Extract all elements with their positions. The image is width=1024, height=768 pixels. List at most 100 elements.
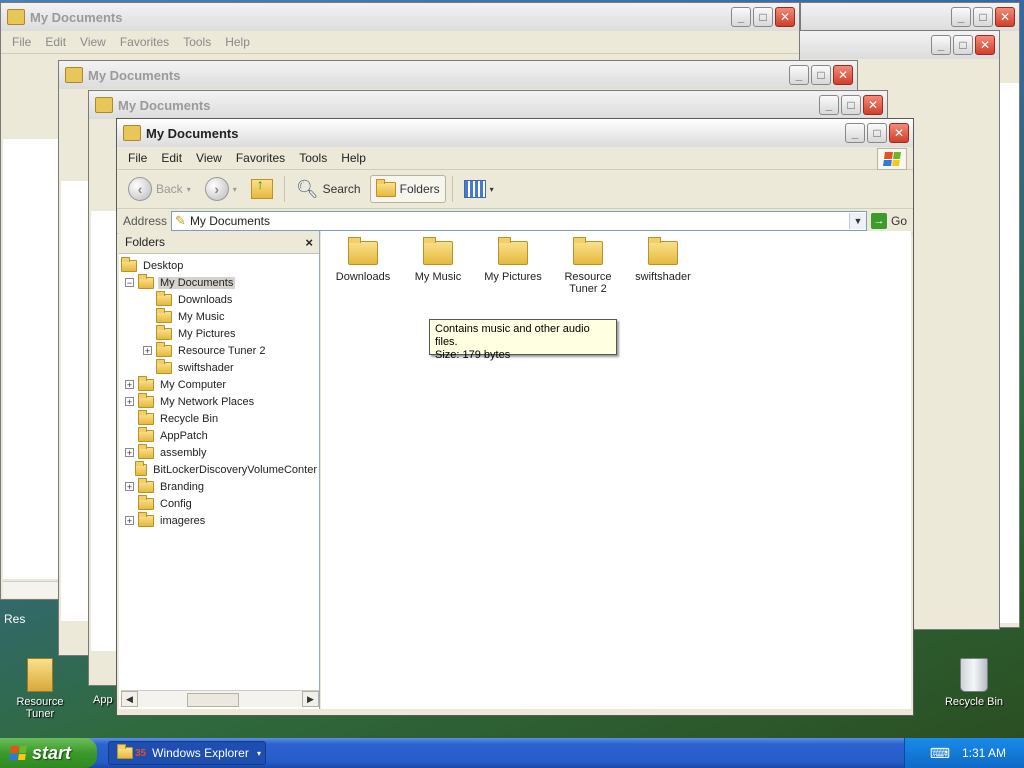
expand-icon[interactable]: + bbox=[125, 397, 134, 407]
scroll-right-button[interactable]: ▶ bbox=[302, 691, 319, 707]
tree-item[interactable]: Desktop bbox=[119, 256, 319, 274]
desktop-icon-resource-tuner[interactable]: Resource Tuner bbox=[2, 658, 78, 720]
forward-dropdown-icon[interactable]: ▾ bbox=[233, 185, 237, 194]
tree-item[interactable]: Config bbox=[119, 494, 319, 512]
tree-item[interactable]: BitLockerDiscoveryVolumeConter bbox=[119, 460, 319, 478]
menu-favorites[interactable]: Favorites bbox=[229, 151, 292, 165]
clock[interactable]: 1:31 AM bbox=[962, 746, 1006, 760]
file-item-label: swiftshader bbox=[635, 271, 691, 283]
folder-icon bbox=[134, 460, 148, 476]
windows-logo-icon bbox=[877, 148, 907, 170]
background-window-fragment-app: App bbox=[93, 694, 113, 706]
tree-item[interactable]: AppPatch bbox=[119, 426, 319, 444]
close-button[interactable]: ✕ bbox=[889, 123, 909, 143]
tree-item[interactable]: My Music bbox=[119, 307, 319, 325]
go-arrow-icon: → bbox=[870, 213, 887, 229]
menu-file[interactable]: File bbox=[121, 151, 154, 165]
folders-button[interactable]: Folders bbox=[369, 175, 446, 203]
file-item-label: My Pictures bbox=[484, 271, 542, 283]
expand-icon[interactable]: + bbox=[125, 448, 134, 458]
tree-item-label: My Pictures bbox=[178, 327, 236, 340]
minimize-button[interactable]: _ bbox=[845, 123, 865, 143]
tree-item-label: imageres bbox=[160, 514, 206, 527]
bg-window-title: My Documents bbox=[88, 67, 181, 83]
bg-window-title: My Documents bbox=[30, 9, 123, 25]
views-dropdown-icon: ▾ bbox=[489, 184, 494, 194]
tree-item[interactable]: Downloads bbox=[119, 290, 319, 308]
menu-view[interactable]: View bbox=[189, 151, 229, 165]
search-icon: 🔍︎ bbox=[295, 178, 319, 199]
tree-item[interactable]: Recycle Bin bbox=[119, 409, 319, 427]
go-button[interactable]: → Go bbox=[870, 213, 913, 229]
collapse-icon[interactable]: − bbox=[125, 278, 134, 288]
views-button[interactable]: ▾ bbox=[459, 175, 499, 203]
taskbar-badge: 35 bbox=[135, 747, 147, 759]
search-button[interactable]: 🔍︎ Search bbox=[291, 175, 366, 203]
windows-logo-icon bbox=[9, 746, 27, 760]
file-item[interactable]: Resource Tuner 2 bbox=[556, 237, 620, 295]
tree-item[interactable]: swiftshader bbox=[119, 358, 319, 376]
maximize-button[interactable]: □ bbox=[867, 123, 887, 143]
folder-icon bbox=[156, 290, 172, 306]
tree-item[interactable]: + My Network Places bbox=[119, 392, 319, 410]
tree-item[interactable]: − My Documents bbox=[119, 273, 319, 291]
file-item-label: My Music bbox=[414, 271, 462, 283]
file-item-label: Resource Tuner 2 bbox=[564, 271, 612, 295]
tree-item-label: swiftshader bbox=[178, 361, 234, 374]
tree-item[interactable]: My Pictures bbox=[119, 324, 319, 342]
taskbar: start 35 Windows Explorer ▾ ⌨ 1:31 AM bbox=[0, 738, 1024, 768]
start-button[interactable]: start bbox=[0, 738, 97, 768]
expand-icon[interactable]: + bbox=[143, 346, 152, 356]
desktop-icon-recycle-bin[interactable]: Recycle Bin bbox=[936, 658, 1012, 708]
toolbar: ‹ Back ▾ › ▾ ↑ 🔍︎ Search Folders ▾ bbox=[117, 170, 913, 209]
tree-item-label: My Computer bbox=[160, 378, 227, 391]
folder-icon bbox=[156, 324, 172, 340]
keyboard-icon[interactable]: ⌨ bbox=[930, 745, 950, 762]
expand-icon[interactable]: + bbox=[125, 516, 134, 526]
tree-item-label: BitLockerDiscoveryVolumeConter bbox=[153, 463, 317, 476]
up-button[interactable]: ↑ bbox=[246, 175, 278, 203]
tree-item-label: My Music bbox=[178, 310, 225, 323]
address-dropdown-icon[interactable]: ▼ bbox=[848, 213, 866, 229]
folder-icon bbox=[498, 237, 528, 265]
menu-bar: File Edit View Favorites Tools Help bbox=[117, 147, 913, 170]
menu-help[interactable]: Help bbox=[334, 151, 373, 165]
scroll-thumb[interactable] bbox=[187, 693, 239, 707]
tree-item-label: My Network Places bbox=[160, 395, 255, 408]
folders-pane-header: Folders × bbox=[119, 231, 319, 254]
tree-item[interactable]: + Resource Tuner 2 bbox=[119, 341, 319, 359]
folders-icon bbox=[375, 178, 396, 197]
file-item[interactable]: My Music bbox=[406, 237, 470, 283]
folder-icon bbox=[423, 237, 453, 265]
file-item[interactable]: My Pictures bbox=[481, 237, 545, 283]
forward-button[interactable]: › ▾ bbox=[200, 175, 242, 203]
explorer-window[interactable]: My Documents _ □ ✕ File Edit View Favori… bbox=[116, 118, 914, 716]
folder-icon bbox=[138, 511, 154, 527]
scroll-left-button[interactable]: ◀ bbox=[121, 691, 138, 707]
taskbar-item-windows-explorer[interactable]: 35 Windows Explorer ▾ bbox=[108, 741, 266, 765]
tree-item-label: AppPatch bbox=[160, 429, 208, 442]
tree-item[interactable]: + imageres bbox=[119, 511, 319, 529]
file-item[interactable]: Downloads bbox=[331, 237, 395, 283]
folder-icon bbox=[123, 125, 141, 141]
address-field[interactable]: ✎ My Documents ▼ bbox=[171, 211, 867, 231]
tooltip: Contains music and other audio files. Si… bbox=[429, 319, 617, 361]
tree-item[interactable]: + My Computer bbox=[119, 375, 319, 393]
window-titlebar[interactable]: My Documents _ □ ✕ bbox=[117, 119, 913, 147]
file-item[interactable]: swiftshader bbox=[631, 237, 695, 283]
close-pane-icon[interactable]: × bbox=[305, 235, 313, 250]
window-title: My Documents bbox=[146, 125, 239, 141]
expand-icon[interactable]: + bbox=[125, 482, 134, 492]
menu-tools[interactable]: Tools bbox=[292, 151, 334, 165]
back-button[interactable]: ‹ Back ▾ bbox=[123, 175, 196, 203]
expand-icon[interactable]: + bbox=[125, 380, 134, 390]
tree-item[interactable]: + assembly bbox=[119, 443, 319, 461]
back-dropdown-icon[interactable]: ▾ bbox=[187, 185, 191, 194]
folder-icon bbox=[156, 358, 172, 374]
my-documents-icon: ✎ bbox=[175, 213, 186, 228]
views-icon bbox=[463, 180, 486, 198]
chevron-down-icon: ▾ bbox=[256, 748, 261, 758]
tree-item[interactable]: + Branding bbox=[119, 477, 319, 495]
menu-edit[interactable]: Edit bbox=[154, 151, 189, 165]
horizontal-scrollbar[interactable]: ◀ ▶ bbox=[121, 690, 319, 707]
